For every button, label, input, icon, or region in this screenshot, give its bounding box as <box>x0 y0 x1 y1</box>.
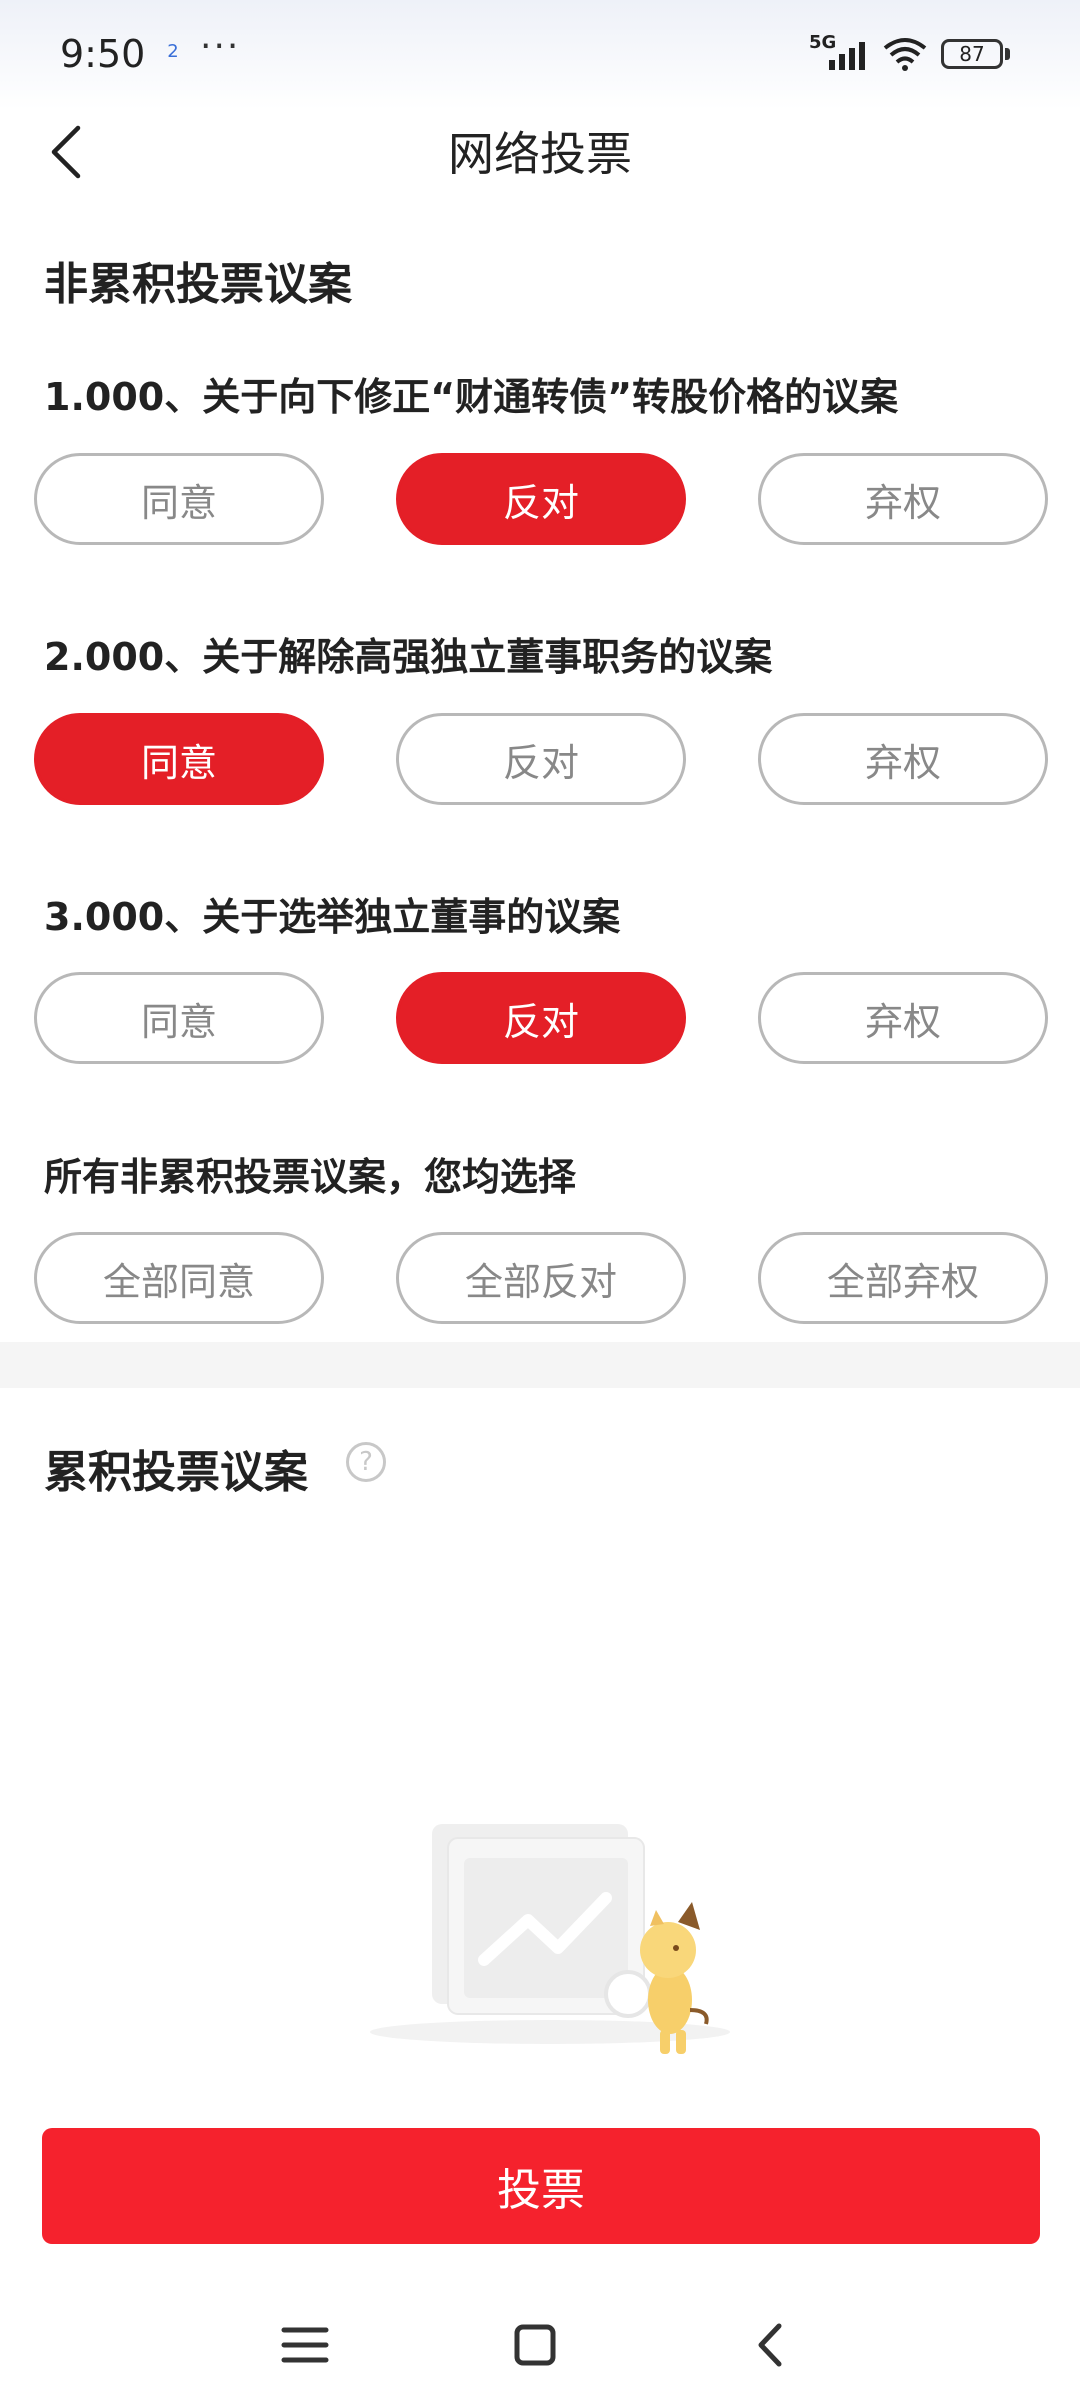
header: 网络投票 <box>0 110 1080 190</box>
wifi-icon <box>883 38 927 71</box>
motion-2-abstain-button[interactable]: 弃权 <box>758 713 1048 805</box>
system-nav-bar <box>0 2290 1080 2400</box>
non-cumulative-section-title: 非累积投票议案 <box>44 259 352 310</box>
cumulative-section-title: 累积投票议案 <box>44 1447 308 1498</box>
motion-title: 3.000、关于选举独立董事的议案 <box>44 895 621 939</box>
motion-1-agree-button[interactable]: 同意 <box>34 453 324 545</box>
battery-level: 87 <box>941 39 1003 69</box>
all-oppose-button[interactable]: 全部反对 <box>396 1232 686 1324</box>
motion-3-abstain-button[interactable]: 弃权 <box>758 972 1048 1064</box>
status-icons: 5G 87 <box>809 32 1010 72</box>
motion-2-oppose-button[interactable]: 反对 <box>396 713 686 805</box>
all-agree-button[interactable]: 全部同意 <box>34 1232 324 1324</box>
all-abstain-button[interactable]: 全部弃权 <box>758 1232 1048 1324</box>
status-bar: 9:50 2 ··· 5G 87 <box>0 0 1080 110</box>
home-square-icon[interactable] <box>500 2310 570 2380</box>
menu-icon[interactable] <box>270 2310 340 2380</box>
more-notifications-icon: ··· <box>200 26 241 67</box>
section-divider <box>0 1342 1080 1388</box>
nav-back-icon[interactable] <box>735 2310 805 2380</box>
motion-2-agree-button[interactable]: 同意 <box>34 713 324 805</box>
motion-3-oppose-button[interactable]: 反对 <box>396 972 686 1064</box>
motion-3-agree-button[interactable]: 同意 <box>34 972 324 1064</box>
notification-icon: 2 <box>167 41 179 62</box>
vote-button[interactable]: 投票 <box>42 2128 1040 2244</box>
signal-icon: 5G <box>809 32 869 72</box>
empty-state-illustration <box>370 1824 730 2054</box>
status-time: 9:50 <box>60 32 146 76</box>
battery-icon: 87 <box>941 39 1010 69</box>
motion-1-oppose-button[interactable]: 反对 <box>396 453 686 545</box>
bulk-select-title: 所有非累积投票议案，您均选择 <box>44 1155 577 1199</box>
motion-title: 1.000、关于向下修正“财通转债”转股价格的议案 <box>44 375 899 419</box>
motion-title: 2.000、关于解除高强独立董事职务的议案 <box>44 635 773 679</box>
question-circle-icon[interactable]: ? <box>346 1442 386 1482</box>
motion-1-abstain-button[interactable]: 弃权 <box>758 453 1048 545</box>
page-title: 网络投票 <box>448 127 632 181</box>
